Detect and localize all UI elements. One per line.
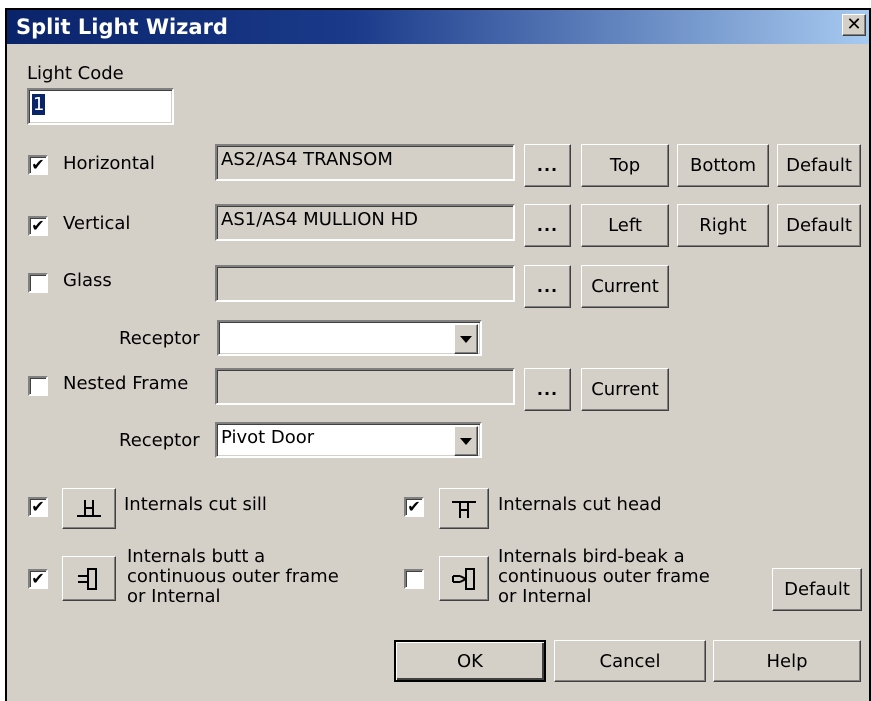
help-button[interactable]: Help (713, 640, 861, 682)
butt-label: Internals butt a continuous outer frame … (127, 546, 339, 607)
cut-sill-checkbox[interactable]: ✔ (28, 497, 48, 517)
nested-frame-label: Nested Frame (63, 373, 189, 394)
cut-head-icon (452, 500, 476, 518)
bird-beak-label: Internals bird-beak a continuous outer f… (498, 546, 710, 607)
check-mark-icon: ✔ (31, 497, 45, 516)
vertical-default-button[interactable]: Default (777, 204, 861, 247)
cancel-button[interactable]: Cancel (554, 640, 706, 682)
nested-frame-checkbox[interactable] (28, 376, 48, 396)
bird-beak-button[interactable] (439, 556, 489, 601)
check-mark-icon: ✔ (31, 216, 45, 235)
glass-receptor-label: Receptor (119, 328, 200, 349)
light-code-label: Light Code (27, 63, 124, 84)
window-title: Split Light Wizard (16, 15, 228, 39)
glass-label: Glass (63, 270, 112, 291)
nested-receptor-label: Receptor (119, 430, 200, 451)
bird-beak-checkbox[interactable] (404, 569, 424, 589)
options-default-button[interactable]: Default (772, 568, 862, 611)
chevron-down-icon[interactable] (454, 324, 478, 354)
cut-head-label: Internals cut head (498, 494, 662, 515)
check-mark-icon: ✔ (31, 155, 45, 174)
right-button[interactable]: Right (677, 204, 769, 247)
horizontal-default-button[interactable]: Default (777, 144, 861, 187)
vertical-checkbox[interactable]: ✔ (28, 216, 48, 236)
nested-frame-profile-field[interactable] (215, 368, 515, 405)
nested-receptor-select[interactable]: Pivot Door (215, 422, 482, 458)
horizontal-profile-field[interactable]: AS2/AS4 TRANSOM (215, 144, 515, 181)
butt-checkbox[interactable]: ✔ (28, 569, 48, 589)
nested-frame-current-button[interactable]: Current (581, 368, 669, 411)
glass-profile-field[interactable] (215, 265, 515, 302)
cut-head-checkbox[interactable]: ✔ (404, 497, 424, 517)
cut-sill-icon (77, 499, 101, 517)
chevron-down-icon[interactable] (454, 426, 478, 456)
check-mark-icon: ✔ (407, 497, 421, 516)
cut-sill-label: Internals cut sill (124, 494, 267, 515)
bottom-button[interactable]: Bottom (677, 144, 769, 187)
vertical-browse-button[interactable]: ... (524, 204, 571, 247)
glass-current-button[interactable]: Current (581, 265, 669, 308)
glass-browse-button[interactable]: ... (524, 265, 571, 308)
ok-button[interactable]: OK (394, 640, 546, 682)
light-code-input[interactable]: 1 (27, 88, 174, 125)
check-mark-icon: ✔ (31, 569, 45, 588)
cut-sill-button[interactable] (62, 488, 116, 529)
vertical-label: Vertical (63, 213, 131, 234)
cut-head-button[interactable] (439, 488, 489, 529)
horizontal-browse-button[interactable]: ... (524, 144, 571, 187)
glass-receptor-select[interactable] (217, 320, 482, 356)
bird-beak-icon (452, 567, 475, 590)
nested-frame-browse-button[interactable]: ... (524, 368, 571, 411)
horizontal-label: Horizontal (63, 153, 155, 174)
top-button[interactable]: Top (581, 144, 669, 187)
horizontal-checkbox[interactable]: ✔ (28, 155, 48, 175)
left-button[interactable]: Left (581, 204, 669, 247)
vertical-profile-field[interactable]: AS1/AS4 MULLION HD (215, 204, 515, 241)
glass-checkbox[interactable] (28, 273, 48, 293)
close-button[interactable]: ✕ (842, 14, 866, 36)
butt-icon (78, 567, 97, 590)
butt-button[interactable] (62, 556, 116, 601)
close-icon: ✕ (846, 14, 862, 35)
